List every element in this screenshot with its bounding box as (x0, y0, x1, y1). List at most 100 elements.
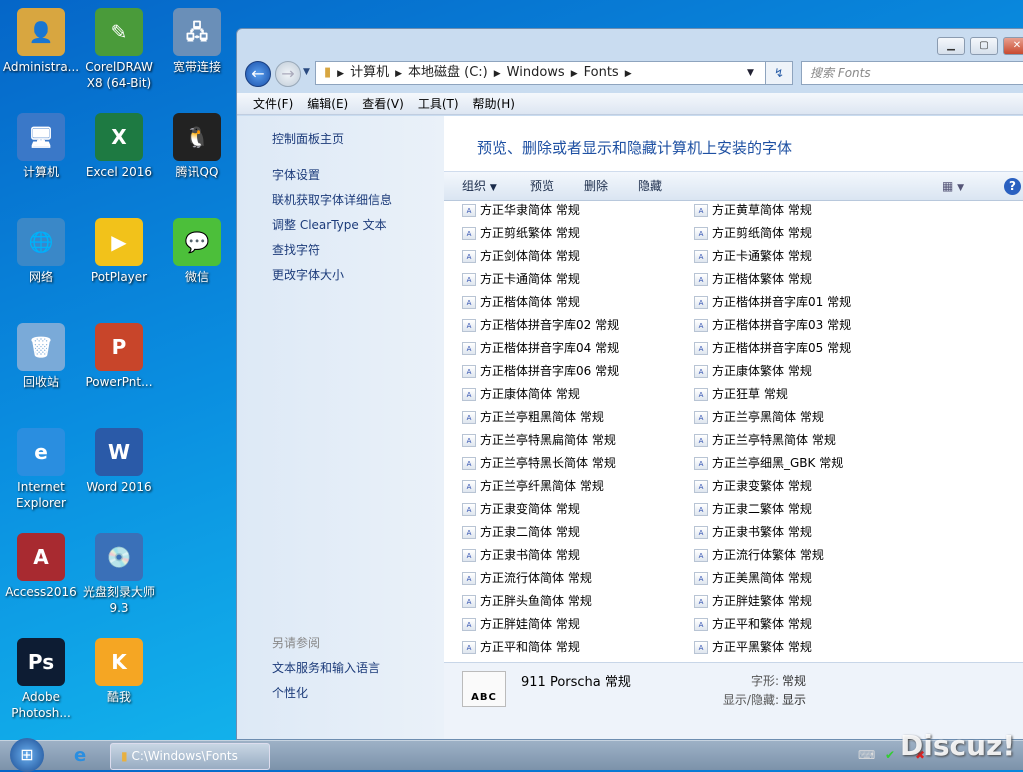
font-item[interactable]: A 方正平和繁体 常规 (694, 615, 812, 633)
font-item[interactable]: A 方正兰亭粗黑简体 常规 (462, 408, 604, 426)
font-item[interactable]: A 方正楷体拼音字库02 常规 (462, 316, 619, 334)
menu-item[interactable]: 查看(V) (362, 97, 404, 111)
network-status-icon[interactable]: ✔ (885, 748, 895, 762)
menu-item[interactable]: 帮助(H) (473, 97, 515, 111)
address-bar[interactable]: ▮ ▶ 计算机 ▶ 本地磁盘 (C:) ▶ Windows ▶ Fonts ▶ (315, 61, 785, 85)
desktop-icon[interactable]: A Access2016 (2, 533, 80, 600)
address-dropdown[interactable]: ▼ (747, 68, 754, 78)
font-item[interactable]: A 方正兰亭黑简体 常规 (694, 408, 824, 426)
desktop-icon[interactable]: e Internet Explorer (2, 428, 80, 511)
back-button[interactable]: ← (245, 61, 271, 87)
font-item[interactable]: A 方正楷体拼音字库05 常规 (694, 339, 851, 357)
breadcrumb-separator[interactable]: ▶ (395, 69, 402, 79)
minimize-button[interactable]: ▁ (937, 37, 965, 55)
font-item[interactable]: A 方正楷体繁体 常规 (694, 270, 812, 288)
font-item[interactable]: A 方正楷体拼音字库04 常规 (462, 339, 619, 357)
breadcrumb-item[interactable]: Windows (507, 65, 565, 80)
desktop-icon[interactable]: Ps Adobe Photosh... (2, 638, 80, 721)
font-item[interactable]: A 方正隶书繁体 常规 (694, 523, 812, 541)
font-item[interactable]: A 方正剪纸简体 常规 (694, 224, 812, 242)
see-also-link[interactable]: 个性化 (272, 684, 308, 701)
recent-pages-dropdown[interactable]: ▼ (303, 67, 310, 77)
taskbar-item-fonts[interactable]: ▮ C:\Windows\Fonts (110, 743, 270, 770)
desktop-icon[interactable]: 🗑 回收站 (2, 323, 80, 390)
forward-button[interactable]: → (275, 61, 301, 87)
font-item[interactable]: A 方正胖娃繁体 常规 (694, 592, 812, 610)
font-item[interactable]: A 方正卡通繁体 常规 (694, 247, 812, 265)
preview-button[interactable]: 预览 (530, 172, 554, 201)
left-pane-link[interactable]: 调整 ClearType 文本 (272, 216, 387, 233)
hide-button[interactable]: 隐藏 (638, 172, 662, 201)
desktop-icon[interactable]: 🖥 计算机 (2, 113, 80, 180)
refresh-button[interactable]: ↯ (765, 61, 793, 85)
see-also-link[interactable]: 文本服务和输入语言 (272, 659, 380, 676)
breadcrumb-separator[interactable]: ▶ (494, 69, 501, 79)
menu-item[interactable]: 编辑(E) (307, 97, 348, 111)
font-item[interactable]: A 方正楷体拼音字库01 常规 (694, 293, 851, 311)
font-item[interactable]: A 方正胖头鱼简体 常规 (462, 592, 592, 610)
desktop-icon[interactable]: K 酷我 (80, 638, 158, 705)
font-item[interactable]: A 方正兰亭特黑长简体 常规 (462, 454, 616, 472)
font-item[interactable]: A 方正隶书简体 常规 (462, 546, 580, 564)
font-item[interactable]: A 方正楷体简体 常规 (462, 293, 580, 311)
desktop-icon[interactable]: P PowerPnt... (80, 323, 158, 390)
font-item[interactable]: A 方正隶变繁体 常规 (694, 477, 812, 495)
font-item[interactable]: A 方正平黑繁体 常规 (694, 638, 812, 656)
font-item[interactable]: A 方正康体繁体 常规 (694, 362, 812, 380)
breadcrumb-item[interactable]: 计算机 (350, 65, 389, 80)
left-pane-link[interactable]: 更改字体大小 (272, 266, 344, 283)
desktop-icon[interactable]: 👤 Administra... (2, 8, 80, 75)
desktop-icon[interactable]: 🖧 宽带连接 (158, 8, 236, 75)
left-pane-link[interactable]: 字体设置 (272, 166, 320, 183)
breadcrumb-separator[interactable]: ▶ (571, 69, 578, 79)
desktop-icon[interactable]: W Word 2016 (80, 428, 158, 495)
font-item[interactable]: A 方正剪纸繁体 常规 (462, 224, 580, 242)
help-icon[interactable]: ? (1004, 178, 1021, 195)
font-item[interactable]: A 方正兰亭细黑_GBK 常规 (694, 454, 843, 472)
font-item[interactable]: A 方正流行体简体 常规 (462, 569, 592, 587)
desktop-icon[interactable]: ▶ PotPlayer (80, 218, 158, 285)
font-item[interactable]: A 方正流行体繁体 常规 (694, 546, 824, 564)
desktop-icon[interactable]: 💬 微信 (158, 218, 236, 285)
view-options-icon[interactable]: ▦ ▼ (942, 172, 964, 203)
font-item[interactable]: A 方正隶变简体 常规 (462, 500, 580, 518)
font-item[interactable]: A 方正美黑简体 常规 (694, 569, 812, 587)
keyboard-icon[interactable]: ⌨ (858, 748, 875, 762)
breadcrumb-separator[interactable]: ▶ (625, 69, 632, 79)
font-item[interactable]: A 方正隶二繁体 常规 (694, 500, 812, 518)
font-item[interactable]: A 方正兰亭特黑简体 常规 (694, 431, 836, 449)
font-item[interactable]: A 方正狂草 常规 (694, 385, 788, 403)
breadcrumb-item[interactable]: 本地磁盘 (C:) (408, 65, 488, 80)
font-item[interactable]: A 方正楷体拼音字库06 常规 (462, 362, 619, 380)
font-item[interactable]: A 方正康体简体 常规 (462, 385, 580, 403)
font-item[interactable]: A 方正楷体拼音字库03 常规 (694, 316, 851, 334)
maximize-button[interactable]: ▢ (970, 37, 998, 55)
font-item[interactable]: A 方正兰亭特黑扁简体 常规 (462, 431, 616, 449)
font-item[interactable]: A 方正黄草简体 常规 (694, 202, 812, 219)
desktop-icon[interactable]: 💿 光盘刻录大师 9.3 (80, 533, 158, 616)
font-item[interactable]: A 方正平和简体 常规 (462, 638, 580, 656)
left-pane-link[interactable]: 控制面板主页 (272, 130, 344, 147)
ie-taskbar-icon[interactable]: e (74, 745, 86, 766)
font-item[interactable]: A 方正胖娃简体 常规 (462, 615, 580, 633)
left-pane-link[interactable]: 联机获取字体详细信息 (272, 191, 392, 208)
font-item[interactable]: A 方正隶二简体 常规 (462, 523, 580, 541)
start-button[interactable]: ⊞ (10, 738, 44, 772)
desktop-icon[interactable]: X Excel 2016 (80, 113, 158, 180)
desktop-icon[interactable]: ✎ CorelDRAW X8 (64-Bit) (80, 8, 158, 91)
search-input[interactable]: 搜索 Fonts (801, 61, 1023, 85)
close-button[interactable]: ✕ (1003, 37, 1023, 55)
font-item[interactable]: A 方正华隶简体 常规 (462, 202, 580, 219)
menu-item[interactable]: 文件(F) (253, 97, 293, 111)
organize-button[interactable]: 组织 ▼ (462, 172, 497, 203)
left-pane-link[interactable]: 查找字符 (272, 241, 320, 258)
font-item[interactable]: A 方正兰亭纤黑简体 常规 (462, 477, 604, 495)
breadcrumb-separator[interactable]: ▶ (337, 69, 344, 79)
menu-item[interactable]: 工具(T) (418, 97, 459, 111)
breadcrumb-item[interactable]: Fonts (584, 65, 619, 80)
desktop-icon[interactable]: 🐧 腾讯QQ (158, 113, 236, 180)
font-item[interactable]: A 方正剑体简体 常规 (462, 247, 580, 265)
delete-button[interactable]: 删除 (584, 172, 608, 201)
desktop-icon[interactable]: 🌐 网络 (2, 218, 80, 285)
font-item[interactable]: A 方正卡通简体 常规 (462, 270, 580, 288)
